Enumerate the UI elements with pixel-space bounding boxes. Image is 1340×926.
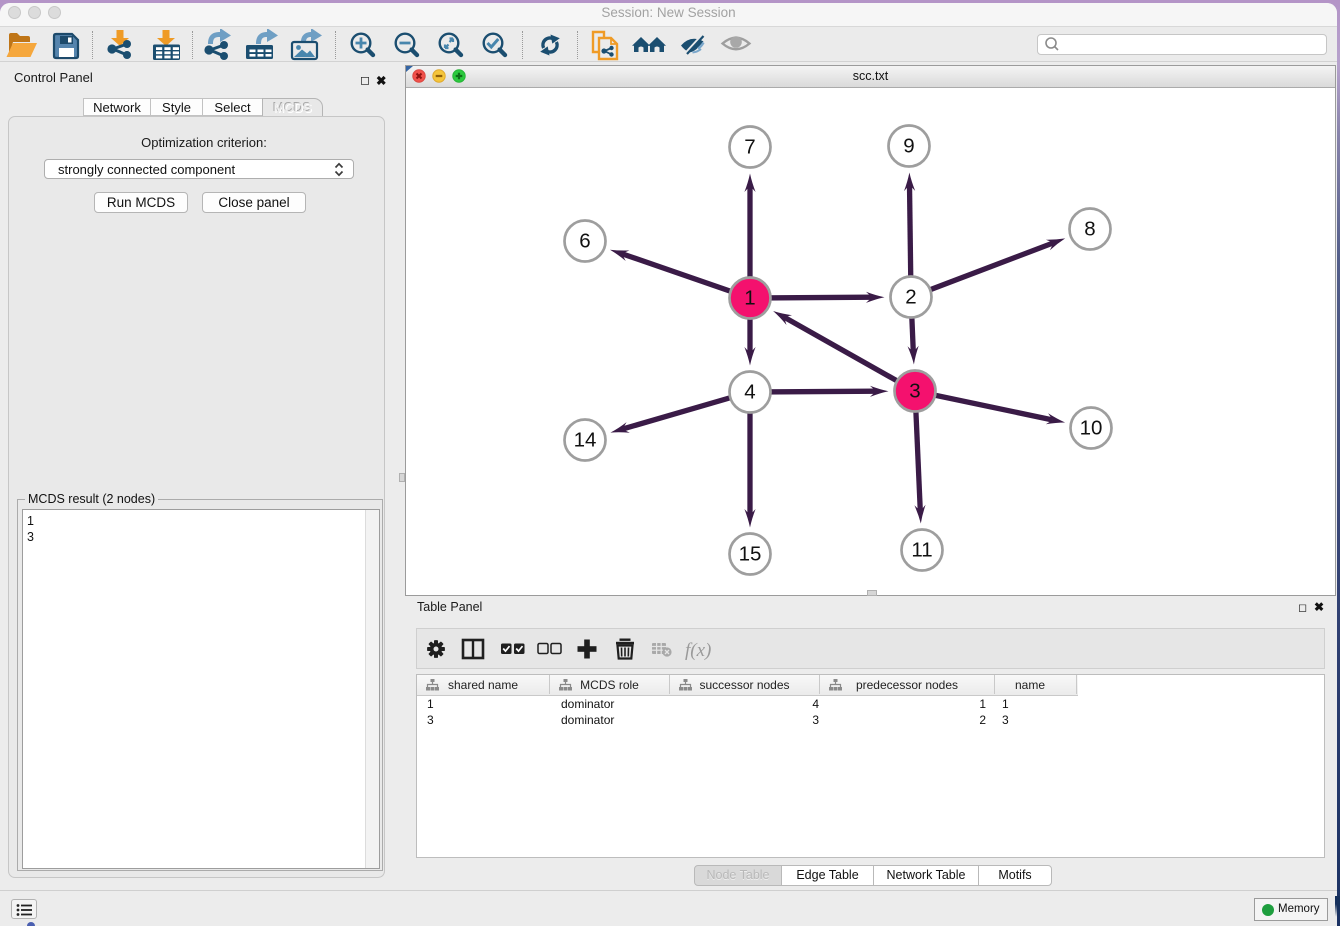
svg-text:4: 4 [744,381,755,404]
svg-text:11: 11 [911,539,932,562]
svg-text:7: 7 [744,136,755,159]
svg-text:10: 10 [1080,417,1103,440]
svg-text:15: 15 [739,543,762,566]
svg-text:f(x): f(x) [685,640,711,661]
svg-text:8: 8 [1084,218,1095,241]
svg-text:6: 6 [579,230,590,253]
svg-text:2: 2 [905,286,916,309]
svg-text:14: 14 [574,429,597,452]
svg-text:9: 9 [903,135,914,158]
svg-text:3: 3 [909,380,920,403]
svg-text:1: 1 [744,287,755,310]
